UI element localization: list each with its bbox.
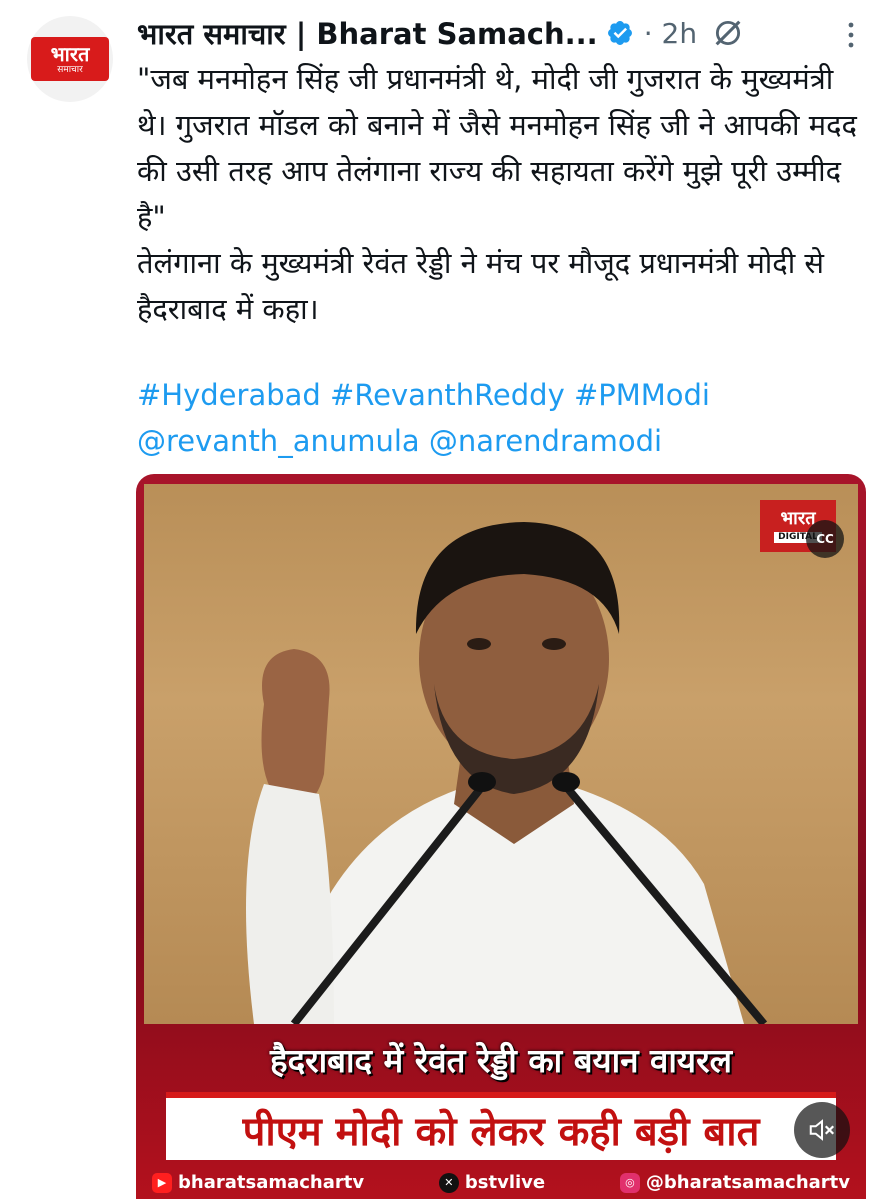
tweet-time[interactable]: · 2h [644,17,697,50]
mute-button[interactable] [794,1102,850,1158]
tweet-context-text: तेलंगाना के मुख्यमंत्री रेवंत रेड्डी ने … [137,246,825,326]
account-display-name[interactable]: भारत समाचार | Bharat Samach... [137,14,598,53]
tweet-links: #Hyderabad #RevanthReddy #PMModi @revant… [137,372,862,464]
speaker-image [246,522,768,1024]
video-caption-top: हैदराबाद में रेवंत रेड्डी का बयान वायरल [136,1032,866,1086]
avatar[interactable]: भारत समाचार [27,16,113,102]
tweet-body: "जब मनमोहन सिंह जी प्रधानमंत्री थे, मोदी… [137,56,862,332]
video-frame[interactable]: भारत DIGITAL [144,484,858,1024]
captions-label: CC [816,532,834,546]
avatar-logo: भारत समाचार [31,37,109,81]
tweet-header: भारत समाचार | Bharat Samach... · 2h [137,12,867,54]
mentions[interactable]: @revanth_anumula @narendramodi [137,418,862,464]
avatar-text-small: समाचार [57,64,83,75]
captions-button[interactable]: CC [806,520,844,558]
watermark-text-big: भारत [780,507,816,529]
youtube-handle-text: bharatsamachartv [178,1172,365,1193]
youtube-icon: ▶ [152,1172,172,1193]
instagram-icon: ◎ [619,1172,640,1193]
instagram-handle-text: @bharatsamachartv [645,1172,850,1193]
video-social-bar: ▶ bharatsamachartv ✕ bstvlive ◎ @bharats… [136,1166,866,1199]
avatar-text-big: भारत [50,41,90,66]
instagram-handle: ◎ @bharatsamachartv [619,1172,850,1193]
caption-bottom-text: पीएम मोदी को लेकर कही बड़ी बात [242,1108,760,1155]
x-handle-text: bstvlive [464,1172,546,1193]
x-handle: ✕ bstvlive [438,1172,546,1193]
tweet-video[interactable]: भारत DIGITAL CC हैदराबाद में रेवंत रेड्ड… [136,474,866,1199]
verified-badge-icon [607,21,632,45]
tweet-time-value: 2h [661,16,698,50]
tweet-quote-text: "जब मनमोहन सिंह जी प्रधानमंत्री थे, मोदी… [137,62,857,234]
grok-icon[interactable] [711,16,745,50]
mute-icon [809,1119,835,1141]
video-caption-bottom: पीएम मोदी को लेकर कही बड़ी बात [166,1092,836,1160]
more-options-icon[interactable] [841,18,861,52]
hashtags[interactable]: #Hyderabad #RevanthReddy #PMModi [137,372,862,418]
x-logo-icon: ✕ [438,1172,459,1193]
caption-top-text: हैदराबाद में रेवंत रेड्डी का बयान वायरल [270,1040,732,1080]
youtube-handle: ▶ bharatsamachartv [152,1172,364,1193]
